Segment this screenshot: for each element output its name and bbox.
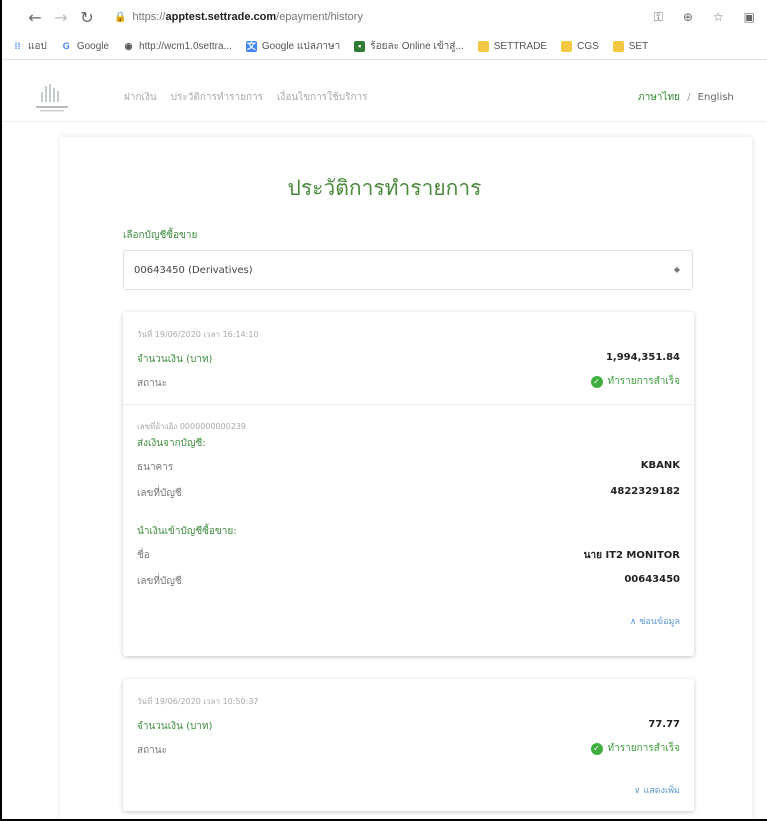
name-row: ชื่อ นาย IT2 MONITOR [137, 548, 680, 563]
account-select-value: 00643450 (Derivatives) [134, 264, 253, 276]
divider [123, 404, 694, 405]
nav-terms[interactable]: เงื่อนไขการใช้บริการ [277, 90, 367, 105]
amount-value: 77.77 [648, 719, 680, 730]
toggle-label: แสดงเพิ่ม [643, 786, 680, 796]
app-icon: ▪ [354, 41, 366, 52]
lock-icon: 🔒 [114, 11, 127, 23]
apps-grid-icon: ⁞⁞ [14, 41, 21, 51]
folder-icon [561, 41, 573, 52]
status-value: ✓ ทำรายการสำเร็จ [590, 374, 680, 389]
reference-number: เลขที่อ้างอิง 0000000000239 [137, 422, 247, 431]
show-more-toggle[interactable]: ∨ แสดงเพิ่ม [634, 783, 680, 797]
status-text: ทำรายการสำเร็จ [607, 376, 680, 387]
account-select-label: เลือกบัญชีซื้อขาย [123, 230, 198, 241]
transaction-card: วันที่ 19/06/2020 เวลา 10:50:37 จำนวนเงิ… [123, 679, 694, 811]
site-header: ฝากเงิน ประวัติการทำรายการ เงื่อนไขการใช… [2, 62, 767, 122]
reload-icon[interactable]: ↻ [74, 8, 100, 27]
chevron-down-icon: ∨ [634, 786, 641, 796]
amount-label: จำนวนเงิน (บาท) [137, 721, 213, 732]
globe-icon: ◉ [124, 41, 133, 51]
bookmark-set[interactable]: SET [612, 41, 648, 52]
toggle-label: ซ่อนข้อมูล [639, 617, 680, 627]
check-circle-icon: ✓ [590, 742, 603, 755]
amount-label: จำนวนเงิน (บาท) [137, 354, 213, 365]
account-select[interactable]: 00643450 (Derivatives) ◆ [123, 250, 693, 290]
nav-deposit[interactable]: ฝากเงิน [124, 90, 157, 105]
translate-icon: 文 [245, 41, 257, 52]
transaction-datetime: วันที่ 19/06/2020 เวลา 10:50:37 [137, 697, 259, 706]
site-logo[interactable] [32, 82, 72, 116]
lang-separator: / [687, 92, 691, 103]
zoom-icon[interactable]: ⊕ [683, 10, 693, 24]
url-field[interactable]: 🔒 https:// apptest.settrade.com /epaymen… [114, 11, 584, 23]
url-prefix: https:// [132, 11, 166, 23]
star-icon[interactable]: ☆ [713, 10, 724, 24]
from-account-value: 4822329182 [610, 486, 680, 497]
bank-value: KBANK [640, 460, 680, 471]
back-arrow-icon[interactable]: ← [22, 8, 48, 27]
google-icon: G [62, 41, 70, 51]
transaction-card: วันที่ 19/06/2020 เวลา 16:14:10 จำนวนเงิ… [123, 312, 694, 656]
hide-details-toggle[interactable]: ∧ ซ่อนข้อมูล [630, 614, 680, 628]
bookmarks-bar: ⁞⁞ แอป G Google ◉ http://wcm1.0settra... 文G… [2, 34, 767, 60]
from-account-label: เลขที่บัญชี [137, 488, 182, 499]
bookmark-settrade[interactable]: SETTRADE [477, 41, 547, 52]
from-account-heading: ส่งเงินจากบัญชี: [137, 438, 206, 449]
folder-icon [612, 41, 624, 52]
lang-english[interactable]: English [698, 92, 734, 103]
amount-row: จำนวนเงิน (บาท) 77.77 [137, 719, 680, 734]
forward-arrow-icon[interactable]: → [48, 8, 74, 27]
to-account-heading: นำเงินเข้าบัญชีซื้อขาย: [137, 526, 237, 537]
lang-thai[interactable]: ภาษาไทย [638, 92, 680, 103]
status-text: ทำรายการสำเร็จ [607, 743, 680, 754]
amount-value: 1,994,351.84 [605, 352, 680, 363]
key-icon[interactable]: ⚿ [654, 10, 663, 25]
bank-row: ธนาคาร KBANK [137, 460, 680, 475]
amount-row: จำนวนเงิน (บาท) 1,994,351.84 [137, 352, 680, 367]
browser-window: ← → ↻ 🔒 https:// apptest.settrade.com /e… [0, 0, 767, 821]
name-label: ชื่อ [137, 550, 150, 561]
status-row: สถานะ ✓ ทำรายการสำเร็จ [137, 374, 680, 391]
bookmark-online[interactable]: ▪ ร้อยละ Online เข้าสู่... [354, 39, 464, 54]
address-bar-row: ← → ↻ 🔒 https:// apptest.settrade.com /e… [2, 0, 767, 34]
bookmark-wcm[interactable]: ◉ http://wcm1.0settra... [123, 41, 232, 52]
transaction-datetime: วันที่ 19/06/2020 เวลา 16:14:10 [137, 330, 259, 339]
status-row: สถานะ ✓ ทำรายการสำเร็จ [137, 741, 680, 758]
to-account-label: เลขที่บัญชี [137, 576, 182, 587]
page-title: ประวัติการทำรายการ [287, 176, 482, 200]
language-switcher: ภาษาไทย / English [638, 90, 734, 105]
chevron-up-icon: ∧ [629, 617, 637, 627]
url-host: apptest.settrade.com [165, 11, 277, 23]
dropdown-caret-icon: ◆ [673, 265, 680, 274]
status-label: สถานะ [137, 745, 167, 756]
nav-history[interactable]: ประวัติการทำรายการ [171, 90, 263, 105]
from-account-row: เลขที่บัญชี 4822329182 [137, 486, 680, 501]
bookmark-google[interactable]: G Google [61, 41, 109, 52]
check-circle-icon: ✓ [590, 375, 603, 388]
site-nav: ฝากเงิน ประวัติการทำรายการ เงื่อนไขการใช… [124, 90, 368, 105]
bookmark-cgs[interactable]: CGS [561, 41, 599, 52]
extension-icon[interactable]: ▣ [744, 10, 755, 24]
bookmark-translate[interactable]: 文 Google แปลภาษา [245, 39, 340, 54]
url-path: /epayment/history [276, 11, 363, 23]
to-account-row: เลขที่บัญชี 00643450 [137, 574, 680, 589]
folder-icon [477, 41, 489, 52]
bank-label: ธนาคาร [137, 462, 174, 473]
name-value: นาย IT2 MONITOR [583, 550, 680, 561]
to-account-value: 00643450 [624, 574, 680, 585]
status-value: ✓ ทำรายการสำเร็จ [590, 741, 680, 756]
bookmark-apps[interactable]: ⁞⁞ แอป [12, 39, 47, 54]
status-label: สถานะ [137, 378, 167, 389]
